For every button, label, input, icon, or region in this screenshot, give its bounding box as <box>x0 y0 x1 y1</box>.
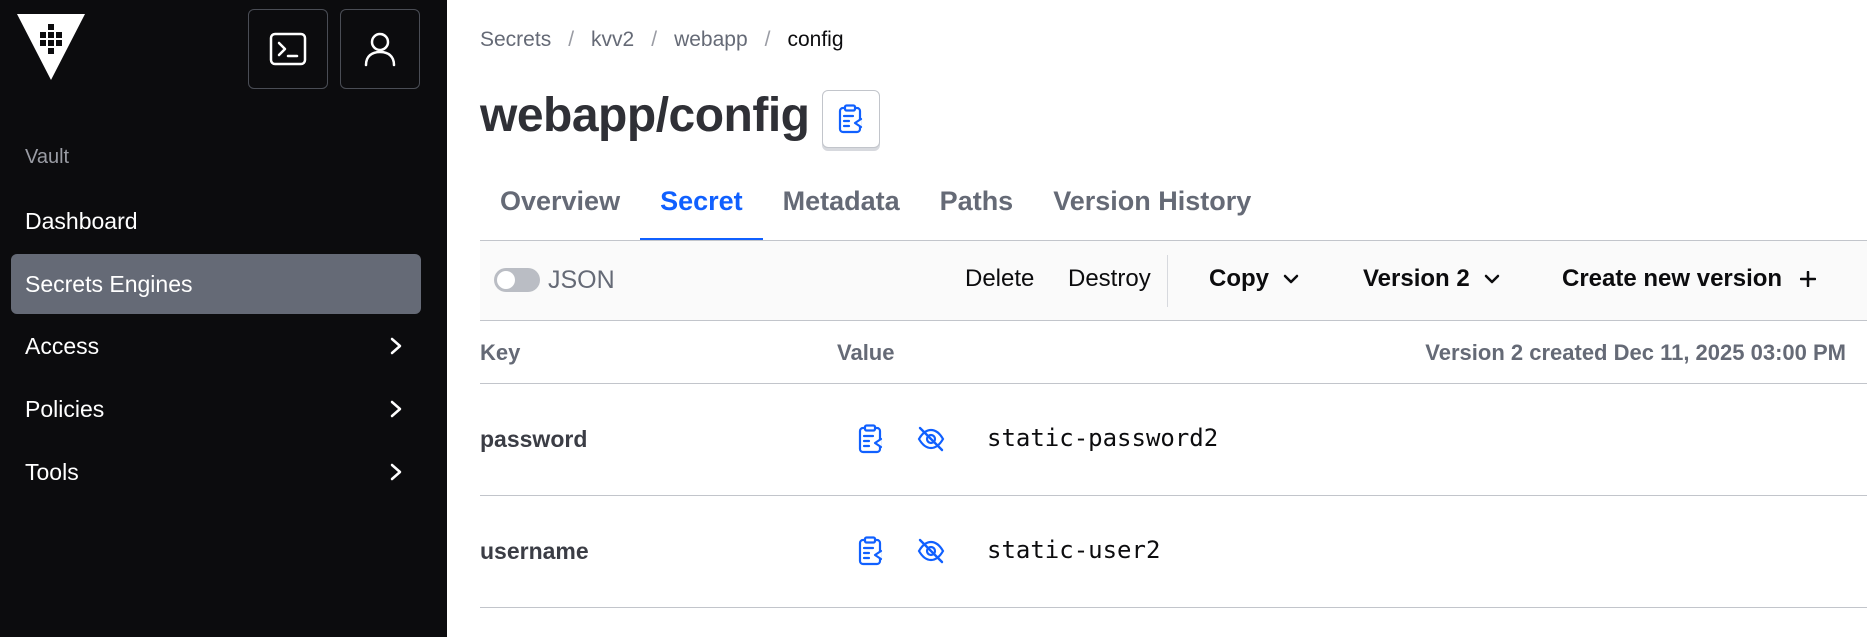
copy-dropdown[interactable]: Copy <box>1209 265 1299 293</box>
tab-overview[interactable]: Overview <box>480 176 640 241</box>
version-dropdown[interactable]: Version 2 <box>1363 265 1500 293</box>
secret-toolbar: JSON Delete Destroy Copy Version 2 Creat… <box>480 241 1867 321</box>
sidebar-item-label: Secrets Engines <box>25 270 193 297</box>
secret-key: password <box>480 426 588 452</box>
chevron-right-icon <box>390 400 402 418</box>
table-row: username static-user2 <box>480 496 1867 608</box>
delete-button-label: Delete <box>965 265 1035 292</box>
eye-off-icon[interactable] <box>916 536 946 566</box>
tab-metadata[interactable]: Metadata <box>763 176 920 241</box>
copy-dropdown-label: Copy <box>1209 265 1269 292</box>
table-row: password static-password2 <box>480 384 1867 496</box>
create-new-version-button[interactable]: Create new version <box>1562 265 1817 293</box>
column-header-value: Value <box>837 340 895 365</box>
table-header: Key Value Version 2 created Dec 11, 2025… <box>480 322 1867 384</box>
breadcrumb-separator: / <box>764 28 771 51</box>
tab-bar: Overview Secret Metadata Paths Version H… <box>480 176 1271 241</box>
sidebar-item-access[interactable]: Access <box>11 316 421 376</box>
breadcrumb: Secrets / kvv2 / webapp / config <box>480 28 844 52</box>
sidebar-item-label: Tools <box>25 458 79 485</box>
sidebar: Vault Dashboard Secrets Engines Access P… <box>0 0 447 637</box>
secret-key: username <box>480 538 589 564</box>
chevron-down-icon <box>1484 274 1499 284</box>
clipboard-icon[interactable] <box>856 536 886 566</box>
create-new-version-label: Create new version <box>1562 265 1783 292</box>
vault-logo-icon[interactable] <box>17 14 85 80</box>
sidebar-item-dashboard[interactable]: Dashboard <box>11 191 421 251</box>
version-created-info: Version 2 created Dec 11, 2025 03:00 PM <box>1425 340 1846 365</box>
version-dropdown-label: Version 2 <box>1363 265 1470 292</box>
destroy-button-label: Destroy <box>1068 265 1151 292</box>
chevron-down-icon <box>1283 274 1299 284</box>
chevron-right-icon <box>390 337 402 355</box>
breadcrumb-kvv2[interactable]: kvv2 <box>591 28 634 52</box>
sidebar-item-tools[interactable]: Tools <box>11 442 421 502</box>
clipboard-icon[interactable] <box>856 424 886 454</box>
sidebar-item-label: Dashboard <box>25 207 138 234</box>
user-menu-button[interactable] <box>340 9 420 89</box>
breadcrumb-secrets[interactable]: Secrets <box>480 28 551 52</box>
clipboard-icon <box>838 104 863 134</box>
console-button[interactable] <box>248 9 328 89</box>
copy-path-button[interactable] <box>822 90 880 148</box>
terminal-icon <box>269 32 307 66</box>
json-toggle[interactable] <box>494 268 540 292</box>
breadcrumb-separator: / <box>651 28 658 51</box>
sidebar-item-policies[interactable]: Policies <box>11 379 421 439</box>
breadcrumb-webapp[interactable]: webapp <box>674 28 748 52</box>
destroy-button[interactable]: Destroy <box>1068 265 1151 293</box>
breadcrumb-config: config <box>787 28 844 51</box>
sidebar-item-secrets-engines[interactable]: Secrets Engines <box>11 254 421 314</box>
sidebar-item-label: Access <box>25 332 100 359</box>
tab-secret[interactable]: Secret <box>640 176 763 241</box>
page-title: webapp/config <box>480 89 810 142</box>
breadcrumb-separator: / <box>568 28 575 51</box>
json-toggle-label: JSON <box>548 266 615 294</box>
plus-icon <box>1800 271 1817 287</box>
sidebar-item-label: Policies <box>25 395 105 422</box>
toolbar-divider <box>1167 255 1168 307</box>
chevron-right-icon <box>390 463 402 481</box>
column-header-key: Key <box>480 340 521 365</box>
tab-paths[interactable]: Paths <box>920 176 1034 241</box>
main-content: Secrets / kvv2 / webapp / config webapp/… <box>447 0 1867 637</box>
tab-version-history[interactable]: Version History <box>1033 176 1271 241</box>
sidebar-section-label: Vault <box>25 146 70 168</box>
secret-value: static-password2 <box>987 424 1219 452</box>
delete-button[interactable]: Delete <box>965 265 1034 293</box>
user-icon <box>364 32 396 67</box>
eye-off-icon[interactable] <box>916 424 946 454</box>
secret-value: static-user2 <box>987 536 1161 564</box>
